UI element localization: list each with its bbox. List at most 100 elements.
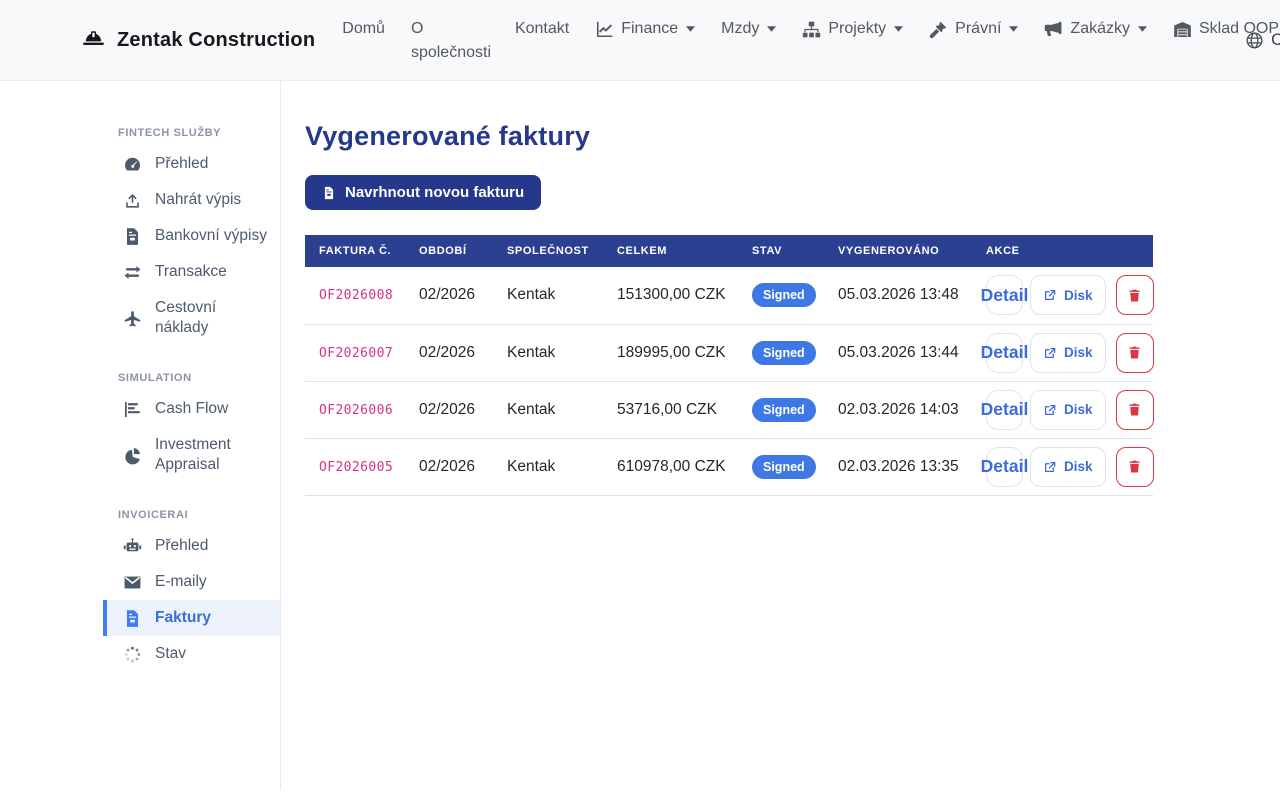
invoice-number-link[interactable]: OF2026006 xyxy=(319,403,393,418)
sidebar-item-label: Investment Appraisal xyxy=(155,435,272,475)
delete-button[interactable] xyxy=(1116,447,1154,487)
sidebar-item[interactable]: Přehled xyxy=(103,146,280,182)
detail-button[interactable]: Detail xyxy=(986,447,1023,487)
sidebar-section-title: SIMULATION xyxy=(103,372,280,391)
file-invoice-icon xyxy=(123,609,142,628)
sidebar-item-label: Cestovní náklady xyxy=(155,298,272,338)
row-actions: Detail Disk xyxy=(986,333,1139,373)
nav-item[interactable]: Zakázky xyxy=(1031,17,1160,41)
sidebar-item[interactable]: E-maily xyxy=(103,564,280,600)
sidebar-item[interactable]: Faktury xyxy=(103,600,280,636)
globe-icon xyxy=(1245,31,1264,50)
nav-item-label: Právní xyxy=(955,17,1001,41)
external-link-icon xyxy=(1043,288,1057,302)
external-link-icon xyxy=(1043,460,1057,474)
sidebar-section: SIMULATION Cash Flow Investment Appraisa… xyxy=(103,372,280,483)
trash-icon xyxy=(1127,344,1142,361)
detail-button[interactable]: Detail xyxy=(986,275,1023,315)
top-navbar: Zentak Construction Domů O společnosti K… xyxy=(0,0,1280,81)
caret-down-icon xyxy=(894,26,903,32)
detail-button[interactable]: Detail xyxy=(986,333,1023,373)
sidebar-item-label: Bankovní výpisy xyxy=(155,226,267,246)
nav-item[interactable]: Mzdy xyxy=(708,17,789,41)
sitemap-icon xyxy=(802,20,821,39)
plane-icon xyxy=(123,309,142,328)
sidebar-item[interactable]: Transakce xyxy=(103,254,280,290)
total-cell: 151300,00 CZK xyxy=(603,267,738,324)
generated-cell: 02.03.2026 14:03 xyxy=(824,381,972,438)
nav-item-label: Domů xyxy=(342,17,385,41)
invoices-table: FAKTURA Č. OBDOBÍ SPOLEČNOST CELKEM STAV… xyxy=(305,235,1153,496)
status-badge: Signed xyxy=(752,341,816,365)
helmet-icon xyxy=(80,28,107,52)
delete-button[interactable] xyxy=(1116,333,1154,373)
disk-button[interactable]: Disk xyxy=(1030,447,1106,487)
company-cell: Kentak xyxy=(493,324,603,381)
row-actions: Detail Disk xyxy=(986,447,1139,487)
sidebar-item-label: Stav xyxy=(155,644,186,664)
sidebar-item-label: Nahrát výpis xyxy=(155,190,241,210)
disk-button[interactable]: Disk xyxy=(1030,333,1106,373)
chart-bar-icon xyxy=(123,400,142,419)
file-invoice-icon xyxy=(322,185,336,201)
new-invoice-button[interactable]: Navrhnout novou fakturu xyxy=(305,175,541,210)
nav-item-label: Finance xyxy=(621,17,678,41)
nav-item[interactable]: Domů xyxy=(329,17,398,41)
trash-icon xyxy=(1127,401,1142,418)
detail-button[interactable]: Detail xyxy=(986,390,1023,430)
sidebar-item[interactable]: Přehled xyxy=(103,528,280,564)
period-cell: 02/2026 xyxy=(405,324,493,381)
main-content: Vygenerované faktury Navrhnout novou fak… xyxy=(281,81,1280,790)
sidebar-item[interactable]: Investment Appraisal xyxy=(103,427,280,483)
bullhorn-icon xyxy=(1044,20,1063,39)
robot-icon xyxy=(123,537,142,556)
main-nav: Domů O společnosti Kontakt Finance xyxy=(329,0,1280,80)
delete-button[interactable] xyxy=(1116,275,1154,315)
nav-item[interactable]: Finance xyxy=(582,17,708,41)
caret-down-icon xyxy=(1138,26,1147,32)
external-link-icon xyxy=(1043,403,1057,417)
sidebar-item[interactable]: Bankovní výpisy xyxy=(103,218,280,254)
column-header: CELKEM xyxy=(603,235,738,267)
invoice-number-link[interactable]: OF2026008 xyxy=(319,288,393,303)
disk-button[interactable]: Disk xyxy=(1030,275,1106,315)
status-badge: Signed xyxy=(752,398,816,422)
language-selector[interactable]: CS xyxy=(1245,0,1280,80)
column-header: AKCE xyxy=(972,235,1153,267)
nav-item[interactable]: O společnosti xyxy=(398,17,502,65)
nav-item[interactable]: Právní xyxy=(916,17,1031,41)
invoice-row: OF2026005 02/2026 Kentak 610978,00 CZK S… xyxy=(305,438,1153,495)
row-actions: Detail Disk xyxy=(986,275,1139,315)
disk-button[interactable]: Disk xyxy=(1030,390,1106,430)
sidebar-item-label: Cash Flow xyxy=(155,399,228,419)
sidebar-item-label: Přehled xyxy=(155,154,208,174)
trash-icon xyxy=(1127,458,1142,475)
delete-button[interactable] xyxy=(1116,390,1154,430)
sidebar-item[interactable]: Nahrát výpis xyxy=(103,182,280,218)
nav-item-label: Zakázky xyxy=(1070,17,1130,41)
caret-down-icon xyxy=(1009,26,1018,32)
sidebar-item-label: Transakce xyxy=(155,262,227,282)
nav-item[interactable]: Projekty xyxy=(789,17,916,41)
sidebar: FINTECH SLUŽBY Přehled Nahrát výpis Bank… xyxy=(0,81,281,790)
status-badge: Signed xyxy=(752,283,816,307)
invoice-row: OF2026006 02/2026 Kentak 53716,00 CZK Si… xyxy=(305,381,1153,438)
external-link-icon xyxy=(1043,346,1057,360)
period-cell: 02/2026 xyxy=(405,438,493,495)
upload-icon xyxy=(123,191,142,210)
brand[interactable]: Zentak Construction xyxy=(80,0,315,80)
envelope-icon xyxy=(123,573,142,592)
invoice-number-link[interactable]: OF2026007 xyxy=(319,346,393,361)
nav-item[interactable]: Kontakt xyxy=(502,17,582,41)
sidebar-item[interactable]: Cash Flow xyxy=(103,391,280,427)
spinner-icon xyxy=(123,645,142,664)
nav-item-label: Kontakt xyxy=(515,17,569,41)
chart-line-icon xyxy=(595,20,614,39)
invoice-number-link[interactable]: OF2026005 xyxy=(319,460,393,475)
total-cell: 53716,00 CZK xyxy=(603,381,738,438)
period-cell: 02/2026 xyxy=(405,267,493,324)
sidebar-item[interactable]: Stav xyxy=(103,636,280,672)
sidebar-item[interactable]: Cestovní náklady xyxy=(103,290,280,346)
caret-down-icon xyxy=(767,26,776,32)
sidebar-section-title: FINTECH SLUŽBY xyxy=(103,127,280,146)
